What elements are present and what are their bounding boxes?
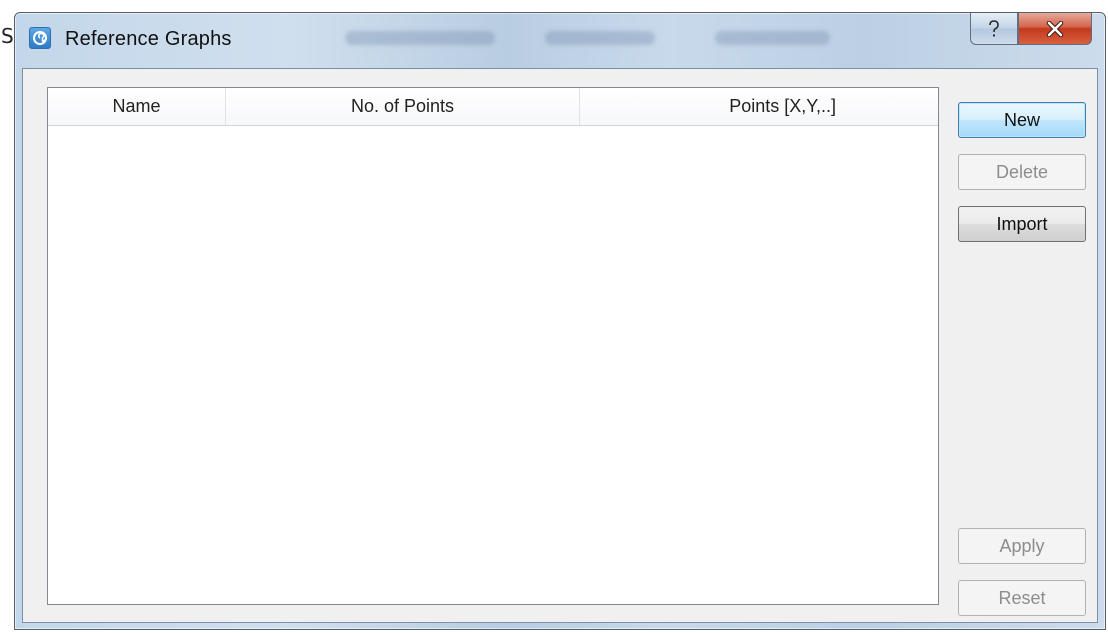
table-header: Name No. of Points Points [X,Y,..] <box>48 88 938 126</box>
title-bar[interactable]: Reference Graphs <box>15 13 1105 69</box>
reference-graphs-dialog: Reference Graphs Name No. of Points Poin… <box>14 12 1106 630</box>
app-logo-icon[interactable] <box>29 27 51 49</box>
close-x-icon <box>1046 20 1064 37</box>
question-mark-icon <box>989 19 999 36</box>
dialog-title: Reference Graphs <box>65 28 232 50</box>
new-button[interactable]: New <box>958 102 1086 138</box>
apply-button[interactable]: Apply <box>958 528 1086 564</box>
delete-button[interactable]: Delete <box>958 154 1086 190</box>
close-button[interactable] <box>1018 13 1092 45</box>
column-header-points-xy[interactable]: Points [X,Y,..] <box>580 88 938 125</box>
column-header-no-of-points[interactable]: No. of Points <box>226 88 580 125</box>
table-body[interactable] <box>48 126 938 604</box>
import-button[interactable]: Import <box>958 206 1086 242</box>
column-header-name[interactable]: Name <box>48 88 226 125</box>
blurred-background-title <box>545 31 655 45</box>
dialog-client-area: Name No. of Points Points [X,Y,..] New D… <box>22 68 1098 623</box>
blurred-background-title <box>715 31 830 45</box>
dialog-bottom-frame <box>15 624 1105 631</box>
reference-graphs-table[interactable]: Name No. of Points Points [X,Y,..] <box>47 87 939 605</box>
background-window-text: S <box>1 24 14 48</box>
reset-button[interactable]: Reset <box>958 580 1086 616</box>
help-button[interactable] <box>970 13 1018 45</box>
blurred-background-title <box>345 31 495 45</box>
